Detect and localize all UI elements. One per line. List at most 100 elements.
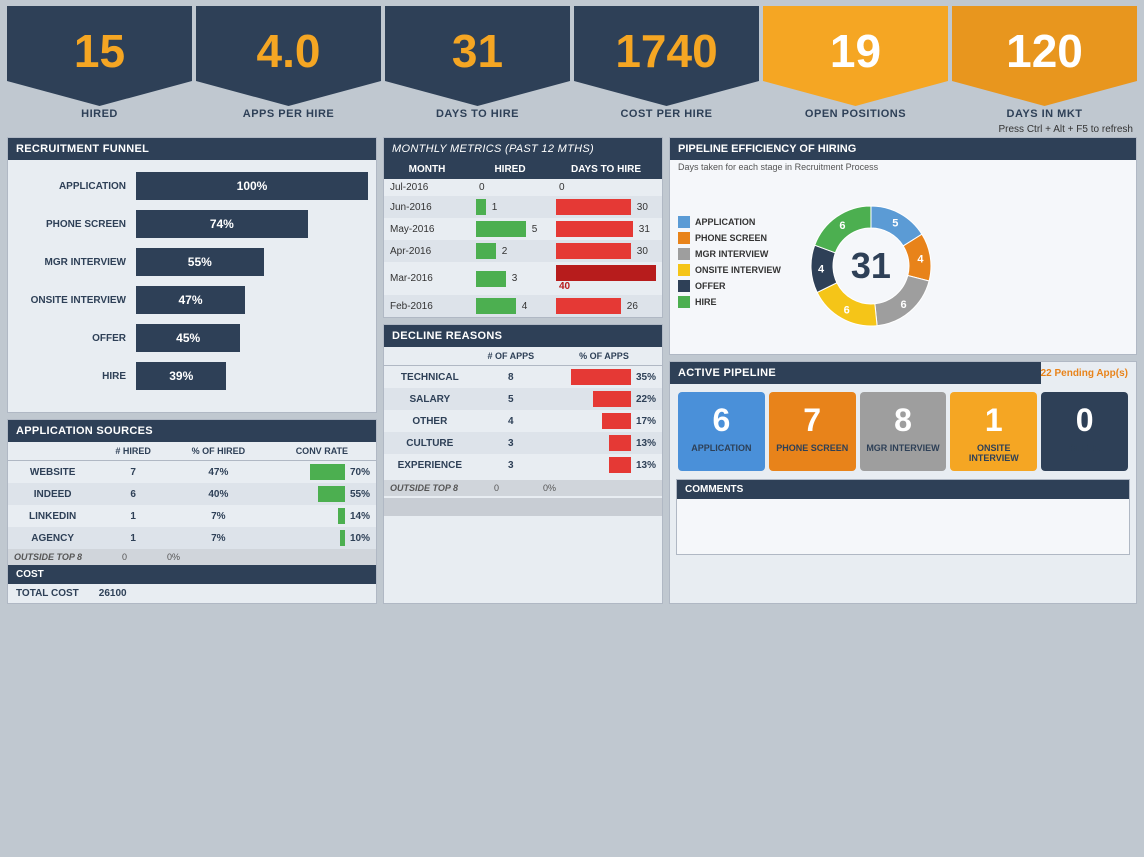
sources-table: # HIRED % OF HIRED CONV RATE WEBSITE 7 4…: [8, 442, 376, 549]
sources-th-pct: % OF HIRED: [169, 442, 268, 461]
decline-pct: 35%: [546, 366, 662, 389]
kpi-open-value: 19: [830, 24, 881, 78]
dashboard: 15 HIRED 4.0 APPS PER HIRE 31 DAYS TO HI…: [7, 6, 1137, 604]
active-pipeline-header: ACTIVE PIPELINE 22 Pending App(s): [670, 362, 1136, 384]
donut-segment-label: 4: [818, 264, 825, 276]
monthly-title-text: MONTHLY METRICS: [392, 143, 502, 155]
sources-panel: APPLICATION SOURCES # HIRED % OF HIRED C…: [7, 419, 377, 604]
legend-label: HIRE: [695, 297, 717, 307]
decline-outside-pct: 0%: [543, 483, 556, 493]
metrics-row: Jun-2016 1 30: [384, 196, 662, 218]
legend-item: ONSITE INTERVIEW: [678, 264, 781, 276]
sources-row: AGENCY 1 7% 10%: [8, 527, 376, 549]
col-left: RECRUITMENT FUNNEL APPLICATION 100% PHON…: [7, 137, 377, 604]
sources-title: APPLICATION SOURCES: [8, 420, 376, 442]
kpi-apps-label: APPS PER HIRE: [243, 108, 334, 120]
source-pct: 7%: [169, 527, 268, 549]
funnel-body: APPLICATION 100% PHONE SCREEN 74% MGR IN…: [8, 160, 376, 412]
cost-value: 26100: [99, 588, 127, 599]
kpi-days-value: 31: [452, 24, 503, 78]
pipeline-card-label: PHONE SCREEN: [776, 443, 848, 453]
decline-pct: 13%: [546, 454, 662, 476]
metrics-hired-bar: 3: [470, 262, 550, 295]
decline-name: EXPERIENCE: [384, 454, 476, 476]
pipeline-legend: APPLICATION PHONE SCREEN MGR INTERVIEW O…: [678, 186, 781, 346]
decline-name: TECHNICAL: [384, 366, 476, 389]
cost-title: COST: [8, 565, 376, 584]
decline-pct: 17%: [546, 410, 662, 432]
decline-th-name: [384, 347, 476, 366]
metrics-days-bar: 40: [550, 262, 662, 295]
donut-segment-label: 6: [900, 299, 906, 311]
cost-label: TOTAL COST: [16, 588, 79, 599]
decline-count: 3: [476, 432, 546, 454]
kpi-open-label: OPEN POSITIONS: [805, 108, 906, 120]
kpi-cost-value: 1740: [615, 24, 717, 78]
metrics-th-days: DAYS TO HIRE: [550, 160, 662, 179]
funnel-bar-wrap: 47%: [136, 286, 368, 314]
kpi-cost-per-hire: 1740 COST PER HIRE: [574, 6, 759, 120]
metrics-month: Apr-2016: [384, 240, 470, 262]
legend-label: MGR INTERVIEW: [695, 249, 768, 259]
cost-row: TOTAL COST 26100: [8, 584, 376, 603]
legend-color: [678, 216, 690, 228]
sources-th-conv: CONV RATE: [268, 442, 376, 461]
source-conv: 70%: [268, 461, 376, 484]
legend-item: MGR INTERVIEW: [678, 248, 781, 260]
decline-row: OTHER 4 17%: [384, 410, 662, 432]
comments-body: [677, 499, 1129, 554]
metrics-days-bar: 30: [550, 196, 662, 218]
funnel-bar: 45%: [136, 324, 240, 352]
decline-count: 4: [476, 410, 546, 432]
metrics-days-bar: 31: [550, 218, 662, 240]
pipeline-title: PIPELINE EFFICIENCY OF HIRING: [670, 138, 1136, 160]
active-pipeline-panel: ACTIVE PIPELINE 22 Pending App(s) 6 APPL…: [669, 361, 1137, 604]
decline-pct: 22%: [546, 388, 662, 410]
metrics-hired-bar: 5: [470, 218, 550, 240]
source-conv: 55%: [268, 483, 376, 505]
source-name: AGENCY: [8, 527, 97, 549]
decline-row: TECHNICAL 8 35%: [384, 366, 662, 389]
legend-item: PHONE SCREEN: [678, 232, 781, 244]
legend-label: OFFER: [695, 281, 726, 291]
funnel-bar-wrap: 74%: [136, 210, 368, 238]
source-conv: 10%: [268, 527, 376, 549]
funnel-bar-wrap: 100%: [136, 172, 368, 200]
metrics-month: Jun-2016: [384, 196, 470, 218]
source-hired: 6: [97, 483, 169, 505]
metrics-row: Mar-2016 3 40: [384, 262, 662, 295]
pipeline-card-value: 6: [713, 402, 731, 439]
pipeline-card-value: 7: [803, 402, 821, 439]
source-conv: 14%: [268, 505, 376, 527]
source-name: LINKEDIN: [8, 505, 97, 527]
sources-row: LINKEDIN 1 7% 14%: [8, 505, 376, 527]
legend-label: ONSITE INTERVIEW: [695, 265, 781, 275]
metrics-row: May-2016 5 31: [384, 218, 662, 240]
legend-color: [678, 296, 690, 308]
decline-panel: DECLINE REASONS # OF APPS % OF APPS TECH…: [383, 324, 663, 604]
legend-label: PHONE SCREEN: [695, 233, 767, 243]
funnel-bar: 55%: [136, 248, 264, 276]
funnel-row-label: MGR INTERVIEW: [16, 257, 136, 268]
metrics-days-bar: 26: [550, 295, 662, 317]
pipeline-card-value: 1: [985, 402, 1003, 439]
decline-count: 5: [476, 388, 546, 410]
kpi-cost-label: COST PER HIRE: [620, 108, 712, 120]
metrics-table: MONTH HIRED DAYS TO HIRE Jul-2016 0 0 Ju…: [384, 160, 662, 317]
kpi-mkt-label: DAYS IN MKT: [1007, 108, 1083, 120]
donut-segment-label: 6: [839, 220, 845, 232]
decline-name: OTHER: [384, 410, 476, 432]
metrics-th-month: MONTH: [384, 160, 470, 179]
pipeline-card-value: 8: [894, 402, 912, 439]
kpi-open-banner: 19: [763, 6, 948, 106]
source-pct: 47%: [169, 461, 268, 484]
metrics-month: Jul-2016: [384, 179, 470, 196]
sources-row: WEBSITE 7 47% 70%: [8, 461, 376, 484]
funnel-row-label: OFFER: [16, 333, 136, 344]
source-hired: 7: [97, 461, 169, 484]
funnel-row-label: APPLICATION: [16, 181, 136, 192]
kpi-hired-value: 15: [74, 24, 125, 78]
col-mid: MONTHLY METRICS (Past 12 mths) MONTH HIR…: [383, 137, 663, 604]
source-hired: 1: [97, 505, 169, 527]
source-name: INDEED: [8, 483, 97, 505]
